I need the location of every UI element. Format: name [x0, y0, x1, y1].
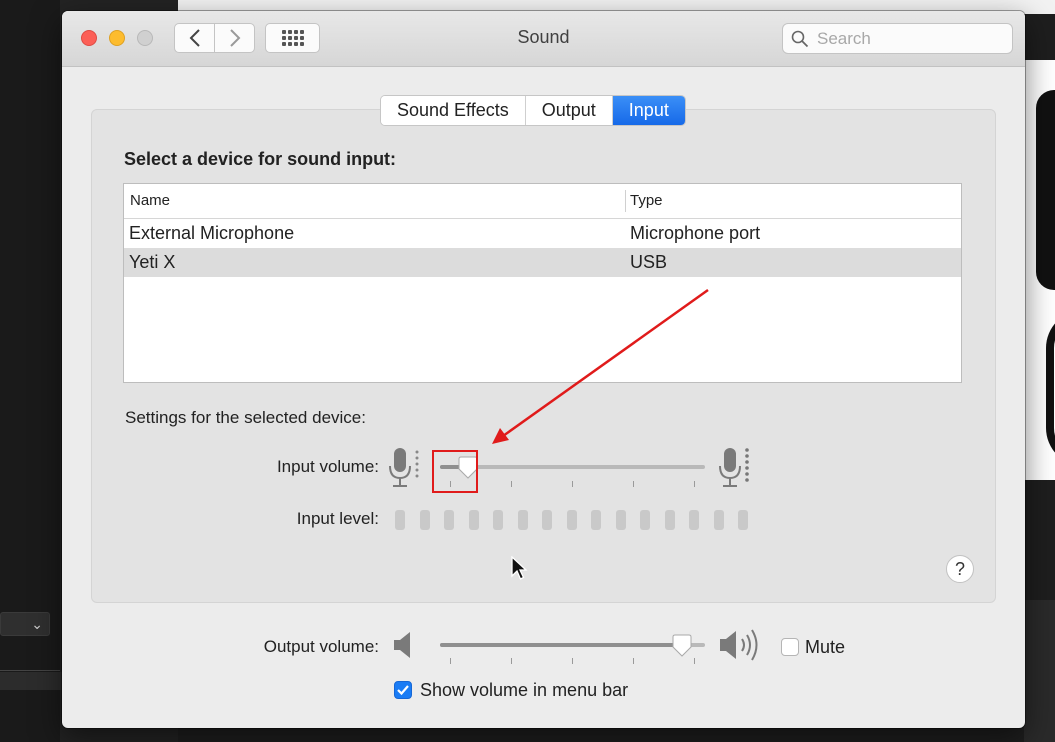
mouse-pointer-icon: [511, 556, 528, 580]
annotation-highlight-box: [432, 450, 478, 493]
annotation-arrow: [492, 288, 709, 444]
